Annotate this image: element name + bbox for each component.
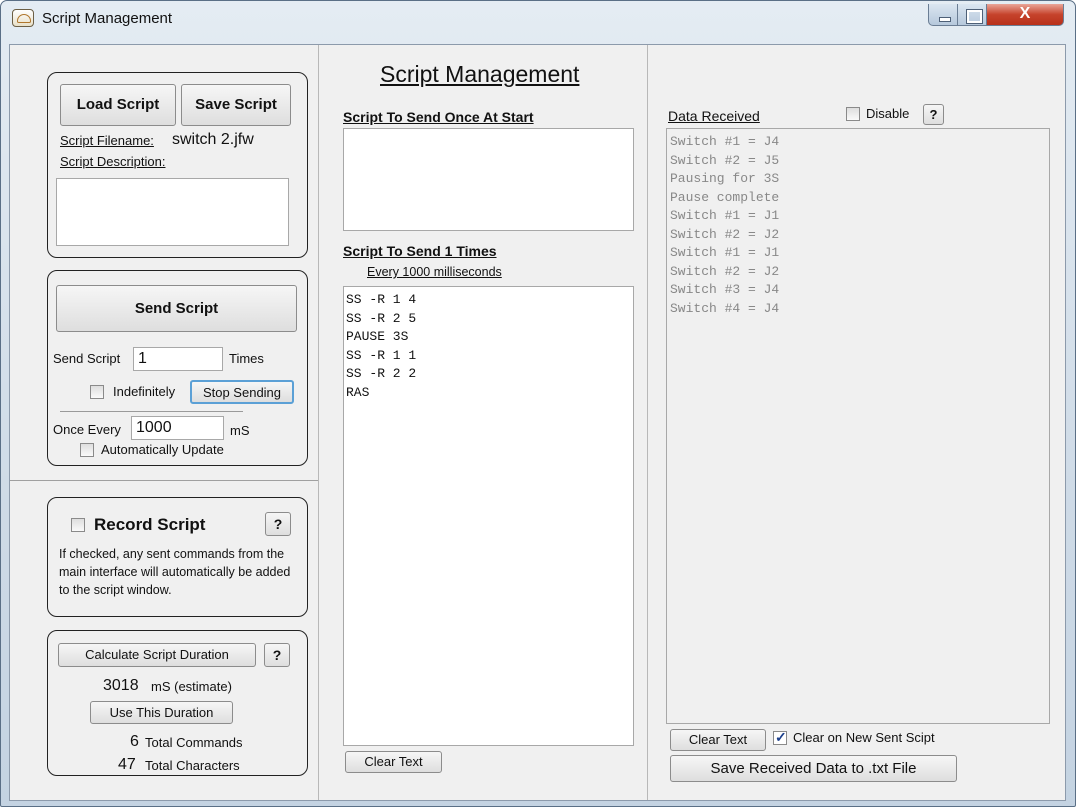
record-description: If checked, any sent commands from the m… [59, 547, 291, 597]
page-heading: Script Management [380, 61, 580, 87]
maximize-button[interactable] [957, 4, 987, 26]
ms-suffix: mS [230, 423, 250, 438]
script-description-label: Script Description: [60, 154, 166, 169]
column-divider-right [647, 45, 648, 800]
send-script-times-label: Send Script [53, 351, 121, 366]
clear-on-new-label: Clear on New Sent Scipt [793, 730, 935, 745]
repeat-script-label: Script To Send 1 Times [343, 243, 497, 259]
script-filename-label: Script Filename: [60, 133, 154, 148]
left-section-divider [10, 480, 318, 481]
record-script-checkbox[interactable] [71, 518, 85, 532]
save-script-button[interactable]: Save Script [181, 84, 291, 126]
disable-label: Disable [866, 106, 910, 121]
close-button[interactable]: X [986, 4, 1064, 26]
script-filename-value: switch 2.jfw [172, 131, 254, 148]
total-commands-value: 6 [130, 733, 139, 750]
record-help-button[interactable]: ? [265, 512, 291, 536]
column-divider-left [318, 45, 319, 800]
minimize-button[interactable] [928, 4, 958, 26]
script-description-input[interactable] [56, 178, 289, 246]
clear-on-new-checkbox[interactable] [773, 729, 787, 746]
title-bar[interactable]: Script Management X [0, 0, 1076, 36]
data-received-label: Data Received [668, 108, 760, 124]
disable-checkbox[interactable] [846, 107, 860, 121]
duration-help-button[interactable]: ? [264, 643, 290, 667]
total-commands-label: Total Commands [145, 735, 243, 750]
start-script-label: Script To Send Once At Start [343, 109, 534, 125]
start-script-textarea[interactable] [343, 128, 634, 231]
calculate-duration-button[interactable]: Calculate Script Duration [58, 643, 256, 667]
interval-label: Every 1000 milliseconds [367, 265, 502, 279]
record-script-label: Record Script [94, 515, 206, 534]
once-every-label: Once Every [53, 422, 121, 437]
received-clear-text-button[interactable]: Clear Text [670, 729, 766, 751]
data-received-textarea[interactable]: Switch #1 = J4 Switch #2 = J5 Pausing fo… [666, 128, 1050, 724]
duration-unit: mS (estimate) [151, 679, 232, 694]
script-clear-text-button[interactable]: Clear Text [345, 751, 442, 773]
app-icon [12, 9, 34, 27]
load-script-button[interactable]: Load Script [60, 84, 176, 126]
total-characters-value: 47 [118, 756, 136, 773]
auto-update-checkbox[interactable] [80, 443, 94, 457]
data-help-button[interactable]: ? [923, 104, 944, 125]
use-duration-button[interactable]: Use This Duration [90, 701, 233, 724]
window-title: Script Management [42, 10, 173, 27]
total-characters-label: Total Characters [145, 758, 240, 773]
script-textarea[interactable]: SS -R 1 4 SS -R 2 5 PAUSE 3S SS -R 1 1 S… [343, 286, 634, 746]
indefinitely-checkbox[interactable] [90, 385, 104, 399]
duration-value: 3018 [103, 677, 139, 694]
times-suffix: Times [229, 351, 264, 366]
indefinitely-label: Indefinitely [113, 384, 176, 399]
send-separator [60, 411, 243, 412]
send-times-input[interactable]: 1 [133, 347, 223, 371]
send-script-button[interactable]: Send Script [56, 285, 297, 332]
auto-update-label: Automatically Update [101, 442, 224, 457]
stop-sending-button[interactable]: Stop Sending [190, 380, 294, 404]
save-received-button[interactable]: Save Received Data to .txt File [670, 755, 957, 782]
once-every-input[interactable]: 1000 [131, 416, 224, 440]
